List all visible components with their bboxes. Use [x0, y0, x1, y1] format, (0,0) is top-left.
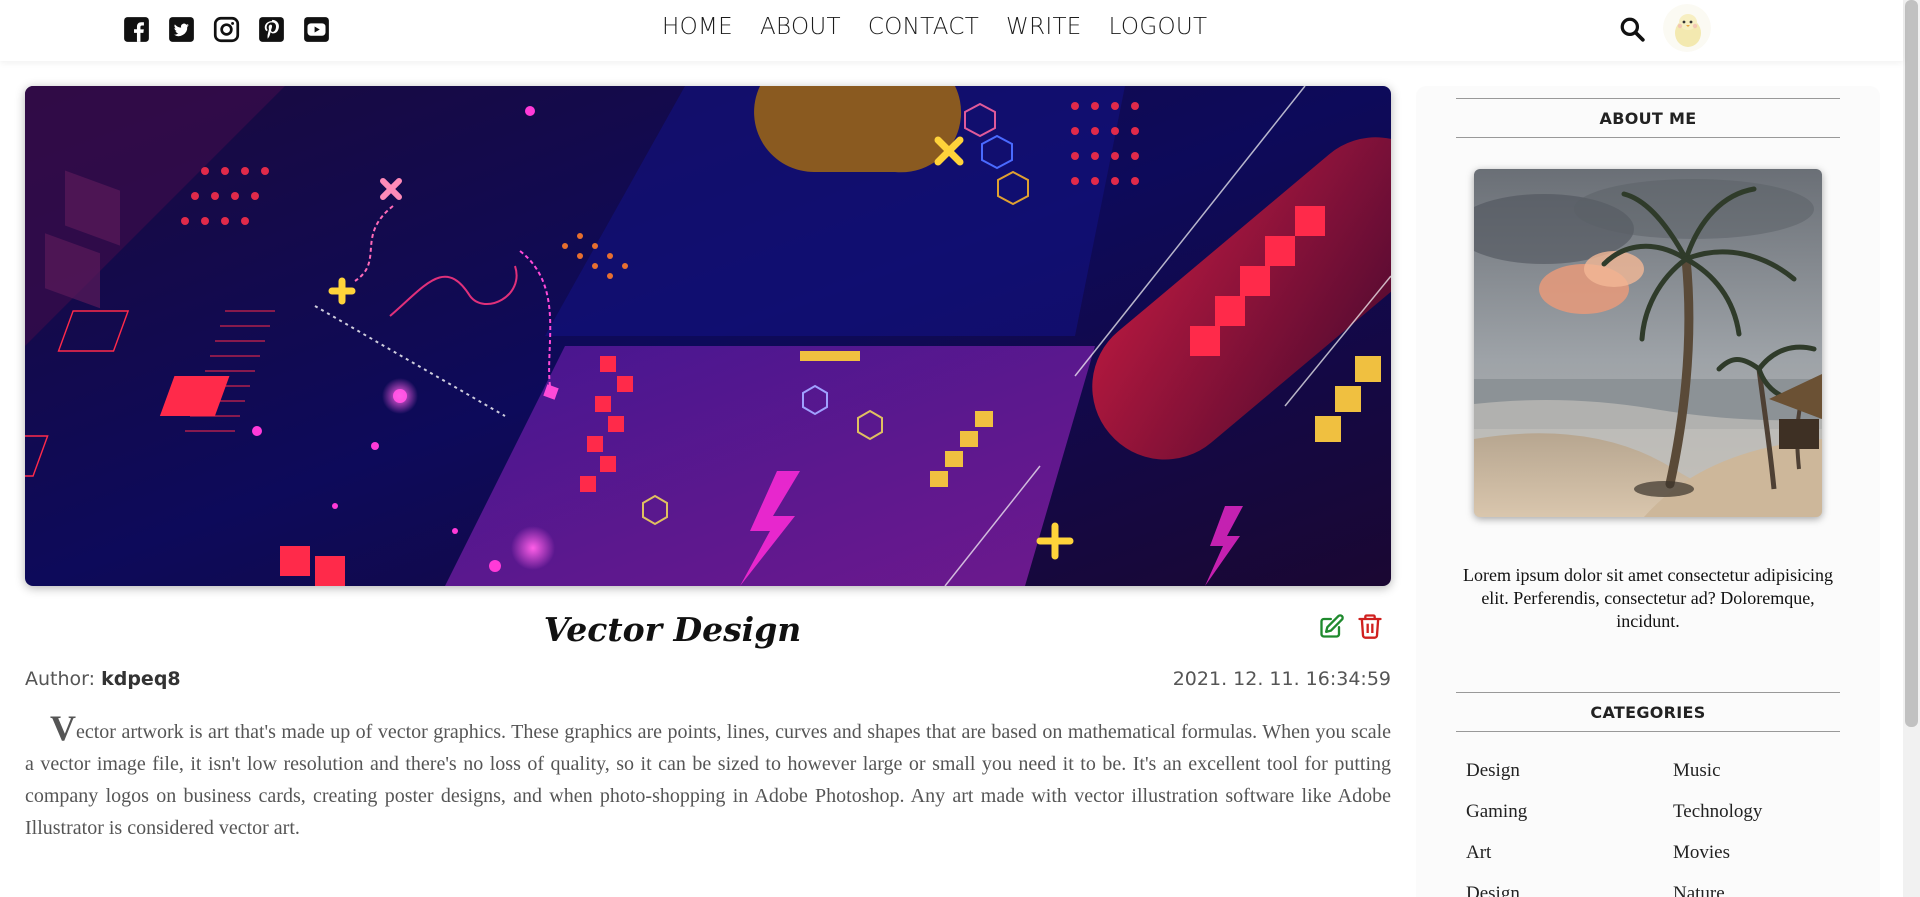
- nav-home[interactable]: HOME: [662, 14, 733, 40]
- edit-icon[interactable]: [1318, 612, 1346, 640]
- categories-heading: CATEGORIES: [1456, 692, 1840, 732]
- category-technology[interactable]: Technology: [1673, 801, 1846, 823]
- nav-write[interactable]: WRITE: [1006, 14, 1082, 40]
- youtube-icon[interactable]: [303, 16, 330, 43]
- category-movies[interactable]: Movies: [1673, 842, 1846, 864]
- category-design-2[interactable]: Design: [1466, 883, 1673, 897]
- post-title: Vector Design: [543, 610, 802, 649]
- about-text: Lorem ipsum dolor sit amet consectetur a…: [1463, 565, 1833, 631]
- post-body-text: ector artwork is art that's made up of v…: [25, 721, 1391, 839]
- author-name[interactable]: kdpeq8: [101, 668, 181, 690]
- category-music[interactable]: Music: [1673, 760, 1846, 782]
- pinterest-icon[interactable]: [258, 16, 285, 43]
- avatar[interactable]: [1663, 4, 1711, 52]
- main-nav: HOME ABOUT CONTACT WRITE LOGOUT: [662, 14, 1207, 40]
- sidebar: ABOUT ME Lorem ipsum dolor sit amet cons…: [1416, 86, 1880, 897]
- nav-contact[interactable]: CONTACT: [868, 14, 979, 40]
- trash-icon[interactable]: [1356, 612, 1384, 640]
- page-scrollbar[interactable]: [1903, 0, 1920, 897]
- post-date: 2021. 12. 11. 16:34:59: [1172, 668, 1391, 690]
- post-body: Vector artwork is art that's made up of …: [25, 710, 1391, 844]
- about-photo: [1474, 169, 1822, 517]
- category-design[interactable]: Design: [1466, 760, 1673, 782]
- top-navbar: HOME ABOUT CONTACT WRITE LOGOUT: [0, 0, 1903, 61]
- nav-logout[interactable]: LOGOUT: [1109, 14, 1208, 40]
- instagram-icon[interactable]: [213, 16, 240, 43]
- search-icon[interactable]: [1619, 16, 1645, 42]
- post-author: Author: kdpeq8: [25, 668, 181, 690]
- facebook-icon[interactable]: [123, 16, 150, 43]
- post-cover-image: [25, 86, 1391, 586]
- scrollbar-thumb[interactable]: [1905, 0, 1918, 727]
- author-label: Author:: [25, 668, 96, 690]
- nav-about[interactable]: ABOUT: [760, 14, 841, 40]
- social-links: [123, 16, 330, 43]
- about-me-heading: ABOUT ME: [1456, 98, 1840, 138]
- category-gaming[interactable]: Gaming: [1466, 801, 1673, 823]
- post-actions: [1318, 612, 1384, 640]
- twitter-icon[interactable]: [168, 16, 195, 43]
- category-list: Design Music Gaming Technology Art Movie…: [1466, 760, 1846, 897]
- beach-palm-photo: [1474, 169, 1822, 517]
- category-art[interactable]: Art: [1466, 842, 1673, 864]
- category-nature[interactable]: Nature: [1673, 883, 1846, 897]
- drop-cap: V: [50, 708, 76, 748]
- vector-artwork-illustration: [25, 86, 1391, 586]
